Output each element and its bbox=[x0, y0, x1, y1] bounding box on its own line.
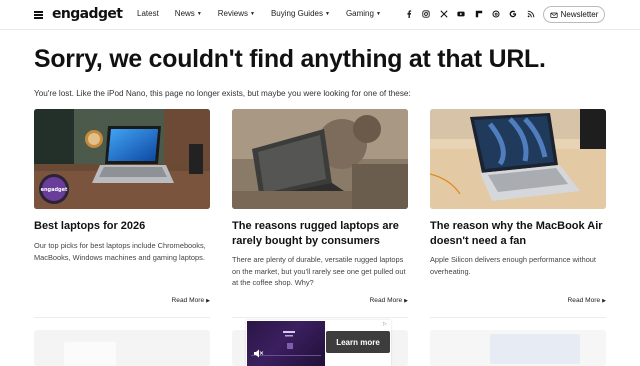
read-more-label: Read More bbox=[567, 297, 601, 304]
header-divider bbox=[0, 29, 640, 30]
nav-label: Latest bbox=[137, 9, 159, 18]
nav-label: News bbox=[174, 9, 195, 18]
mail-icon bbox=[550, 12, 558, 18]
mute-icon bbox=[254, 349, 264, 358]
read-more-link[interactable]: Read More ▶ bbox=[172, 297, 210, 304]
rss-icon[interactable] bbox=[527, 8, 544, 20]
article-title[interactable]: The reasons rugged laptops are rarely bo… bbox=[232, 219, 412, 249]
nav-item-latest[interactable]: Latest bbox=[137, 9, 159, 18]
ad-info-icon[interactable]: ▷ bbox=[383, 321, 389, 327]
chevron-down-icon: ▼ bbox=[375, 10, 381, 17]
site-logo[interactable]: engadget bbox=[52, 6, 123, 22]
read-more-link[interactable]: Read More ▶ bbox=[568, 297, 606, 304]
article-description: There are plenty of durable, versatile r… bbox=[232, 255, 406, 287]
nav-item-reviews[interactable]: Reviews ▼ bbox=[218, 9, 255, 18]
nav-item-news[interactable]: News ▼ bbox=[175, 9, 202, 18]
site-header: engadget Latest News ▼ Reviews ▼ Buying Gu… bbox=[0, 0, 640, 30]
article-thumbnail[interactable]: engadget bbox=[34, 109, 210, 209]
main-nav: Latest News ▼ Reviews ▼ Buying Guides ▼ Gam… bbox=[137, 9, 397, 18]
ad-video-player[interactable] bbox=[247, 321, 325, 366]
article-card: The reason why the MacBook Air doesn't n… bbox=[430, 109, 606, 318]
google-icon[interactable] bbox=[509, 8, 526, 20]
article-title[interactable]: Best laptops for 2026 bbox=[34, 219, 214, 234]
read-more-link[interactable]: Read More ▶ bbox=[370, 297, 408, 304]
nav-label: Reviews bbox=[217, 9, 248, 18]
newsletter-label: Newsletter bbox=[560, 10, 599, 19]
caret-right-icon: ▶ bbox=[404, 298, 408, 304]
nav-label: Buying Guides bbox=[270, 9, 323, 18]
caret-right-icon: ▶ bbox=[206, 298, 210, 304]
page-intro: You're lost. Like the iPod Nano, this pa… bbox=[34, 89, 411, 98]
chevron-down-icon: ▼ bbox=[196, 10, 202, 17]
x-icon[interactable] bbox=[440, 8, 457, 20]
nav-item-gaming[interactable]: Gaming ▼ bbox=[346, 9, 381, 18]
social-links bbox=[405, 8, 544, 20]
read-more-label: Read More bbox=[369, 297, 403, 304]
article-card: engadget Best laptops for 2026 Our top p… bbox=[34, 109, 210, 318]
chevron-down-icon: ▼ bbox=[250, 10, 255, 17]
video-ad: Learn more ▷ bbox=[246, 320, 391, 366]
youtube-icon[interactable] bbox=[457, 8, 474, 20]
article-thumbnail[interactable] bbox=[232, 109, 408, 209]
threads-icon[interactable] bbox=[492, 8, 509, 20]
page-title: Sorry, we couldn't find anything at that… bbox=[34, 46, 546, 73]
article-title[interactable]: The reason why the MacBook Air doesn't n… bbox=[430, 219, 610, 249]
chevron-down-icon: ▼ bbox=[324, 10, 330, 17]
card-badge: engadget bbox=[41, 187, 68, 193]
menu-icon[interactable] bbox=[34, 11, 43, 19]
facebook-icon[interactable] bbox=[405, 8, 422, 20]
caret-right-icon: ▶ bbox=[602, 298, 606, 304]
nav-item-buying-guides[interactable]: Buying Guides ▼ bbox=[271, 9, 330, 18]
article-description: Our top picks for best laptops include C… bbox=[34, 241, 206, 262]
article-card: The reasons rugged laptops are rarely bo… bbox=[232, 109, 408, 318]
ad-learn-more-button[interactable]: Learn more bbox=[326, 331, 390, 353]
read-more-label: Read More bbox=[171, 297, 205, 304]
article-thumbnail[interactable] bbox=[430, 109, 606, 209]
nav-label: Gaming bbox=[345, 9, 374, 18]
flipboard-icon[interactable] bbox=[475, 8, 492, 20]
article-description: Apple Silicon delivers enough performanc… bbox=[430, 255, 596, 276]
newsletter-button[interactable]: Newsletter bbox=[543, 6, 605, 23]
instagram-icon[interactable] bbox=[422, 8, 439, 20]
